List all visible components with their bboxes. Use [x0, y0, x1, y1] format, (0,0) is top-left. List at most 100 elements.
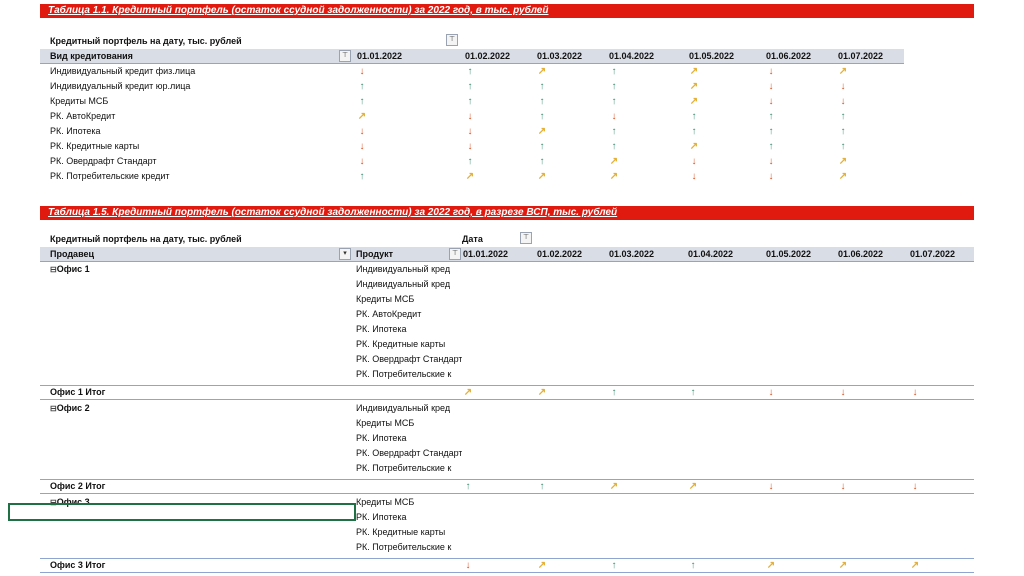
table1-row-header: Вид кредитования: [50, 51, 133, 61]
trend-up-icon: ↑: [611, 96, 617, 107]
trend-up-icon: ↑: [840, 141, 846, 152]
table1-date-header: 01.01.2022: [357, 51, 403, 61]
trend-up-icon: ↑: [690, 387, 696, 398]
trend-side-icon: ↗: [838, 156, 848, 167]
trend-down-icon: ↓: [840, 81, 846, 92]
product-label: Индивидуальный кред: [356, 264, 451, 274]
trend-down-icon: ↓: [840, 387, 846, 398]
trend-up-icon: ↑: [539, 156, 545, 167]
trend-up-icon: ↑: [467, 66, 473, 77]
table2-date-header: 01.07.2022: [910, 249, 956, 259]
product-label: РК. Ипотека: [356, 433, 407, 443]
trend-up-icon: ↑: [359, 96, 365, 107]
table2-date-header: 01.01.2022: [463, 249, 509, 259]
office-group-toggle[interactable]: ⊟Офис 1: [50, 264, 90, 274]
trend-side-icon: ↗: [688, 481, 698, 492]
trend-up-icon: ↑: [611, 560, 617, 571]
table1-filter-label: Кредитный портфель на дату, тыс. рублей: [50, 36, 242, 46]
total-bottom-border: [40, 572, 974, 573]
trend-up-icon: ↑: [539, 111, 545, 122]
table1-title: Таблица 1.1. Кредитный портфель (остаток…: [48, 5, 549, 16]
table1-row-label: Кредиты МСБ: [50, 96, 109, 106]
trend-down-icon: ↓: [465, 560, 471, 571]
product-label: Кредиты МСБ: [356, 294, 415, 304]
table2-seller-filter-button[interactable]: ▾: [339, 248, 351, 260]
trend-down-icon: ↓: [768, 156, 774, 167]
total-bottom-border: [40, 399, 974, 400]
table1-date-header: 01.04.2022: [609, 51, 655, 61]
trend-down-icon: ↓: [768, 66, 774, 77]
trend-down-icon: ↓: [768, 171, 774, 182]
trend-down-icon: ↓: [768, 96, 774, 107]
table1-filter-button[interactable]: ⊤: [446, 34, 458, 46]
trend-up-icon: ↑: [359, 81, 365, 92]
table1-header-divider: [40, 63, 904, 64]
trend-up-icon: ↑: [611, 141, 617, 152]
trend-down-icon: ↓: [611, 111, 617, 122]
trend-up-icon: ↑: [359, 171, 365, 182]
trend-side-icon: ↗: [689, 141, 699, 152]
trend-up-icon: ↑: [690, 560, 696, 571]
collapse-icon: ⊟: [50, 404, 57, 413]
table1-row-label: РК. Овердрафт Стандарт: [50, 156, 157, 166]
trend-down-icon: ↓: [691, 171, 697, 182]
product-label: РК. Кредитные карты: [356, 339, 446, 349]
trend-side-icon: ↗: [609, 156, 619, 167]
office-total-label: Офис 3 Итог: [50, 560, 106, 570]
table2-seller-header: Продавец: [50, 249, 95, 259]
product-label: РК. Ипотека: [356, 512, 407, 522]
trend-side-icon: ↗: [537, 560, 547, 571]
trend-up-icon: ↑: [611, 126, 617, 137]
table2-product-header: Продукт: [356, 249, 394, 259]
product-label: РК. Потребительские к: [356, 369, 452, 379]
office-total-label: Офис 2 Итог: [50, 481, 106, 491]
selected-cell[interactable]: [8, 503, 356, 521]
table1-row-label: РК. АвтоКредит: [50, 111, 116, 121]
trend-up-icon: ↑: [467, 81, 473, 92]
trend-up-icon: ↑: [691, 126, 697, 137]
total-bottom-border: [40, 493, 974, 494]
table2-date-header: 01.02.2022: [537, 249, 583, 259]
trend-down-icon: ↓: [912, 387, 918, 398]
product-label: Кредиты МСБ: [356, 497, 415, 507]
table2-header-divider: [40, 261, 974, 262]
trend-up-icon: ↑: [840, 126, 846, 137]
total-top-border: [40, 385, 974, 386]
table1-title-bar: Таблица 1.1. Кредитный портфель (остаток…: [40, 4, 974, 18]
trend-down-icon: ↓: [768, 387, 774, 398]
table1-row-label: Индивидуальный кредит физ.лица: [50, 66, 196, 76]
table1-row-label: РК. Кредитные карты: [50, 141, 140, 151]
table2-title: Таблица 1.5. Кредитный портфель (остаток…: [48, 207, 618, 218]
filter-icon: ⊤: [451, 250, 459, 257]
table2-date-filter-button[interactable]: ⊤: [520, 232, 532, 244]
product-label: РК. Кредитные карты: [356, 527, 446, 537]
office-group-toggle[interactable]: ⊟Офис 2: [50, 403, 90, 413]
table1-date-header: 01.05.2022: [689, 51, 735, 61]
product-label: Индивидуальный кред: [356, 403, 451, 413]
trend-up-icon: ↑: [768, 141, 774, 152]
trend-up-icon: ↑: [611, 66, 617, 77]
trend-side-icon: ↗: [537, 66, 547, 77]
product-label: РК. Овердрафт Стандарт: [356, 448, 462, 458]
table2-product-filter-button[interactable]: ⊤: [449, 248, 461, 260]
trend-side-icon: ↗: [689, 96, 699, 107]
table2-date-header: 01.05.2022: [766, 249, 812, 259]
trend-up-icon: ↑: [539, 81, 545, 92]
trend-side-icon: ↗: [537, 387, 547, 398]
trend-side-icon: ↗: [537, 126, 547, 137]
table1-row-label: РК. Потребительские кредит: [50, 171, 170, 181]
trend-side-icon: ↗: [838, 171, 848, 182]
office-total-label: Офис 1 Итог: [50, 387, 106, 397]
trend-side-icon: ↗: [838, 560, 848, 571]
total-top-border: [40, 558, 974, 559]
trend-side-icon: ↗: [910, 560, 920, 571]
table1-date-header: 01.02.2022: [465, 51, 511, 61]
trend-down-icon: ↓: [359, 66, 365, 77]
trend-down-icon: ↓: [691, 156, 697, 167]
table2-date-label: Дата: [462, 234, 483, 244]
trend-down-icon: ↓: [768, 81, 774, 92]
trend-side-icon: ↗: [766, 560, 776, 571]
trend-side-icon: ↗: [537, 171, 547, 182]
filter-icon: ⊤: [341, 52, 349, 59]
table1-row-filter-button[interactable]: ⊤: [339, 50, 351, 62]
